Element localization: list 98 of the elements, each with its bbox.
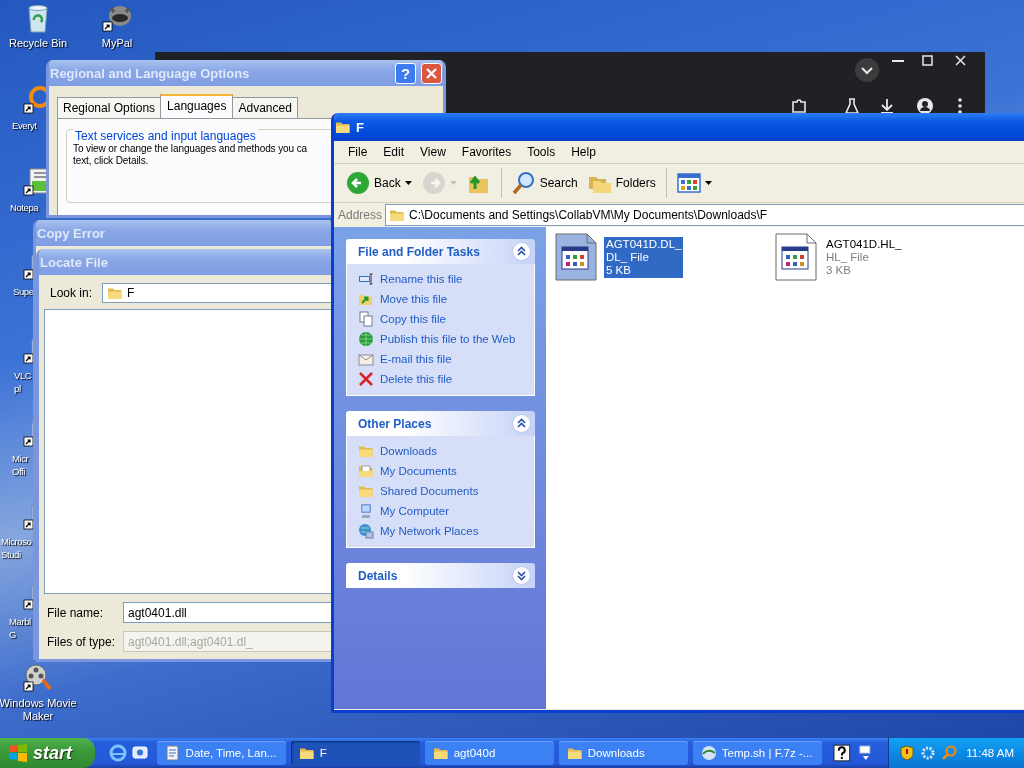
taskbar-button[interactable]: Date, Time, Lan... (156, 741, 286, 765)
folders-button[interactable]: Folders (583, 168, 660, 198)
desktop-icon[interactable] (130, 744, 149, 762)
views-icon (676, 171, 701, 195)
icon-label: Windows Movie Maker (0, 697, 77, 723)
icon-label: Micr Offi (12, 452, 29, 478)
download-icon[interactable] (880, 98, 894, 114)
copy-icon (358, 311, 374, 327)
address-label: Address (338, 208, 383, 222)
envelope-icon (358, 351, 374, 367)
menu-item[interactable]: Help (563, 143, 604, 161)
clock: 11:48 AM (966, 747, 1014, 759)
icon-label: VLC pl (14, 369, 32, 395)
panel-title: Details (358, 568, 399, 583)
computer-icon (358, 503, 374, 519)
icon-label: MyPal (101, 37, 133, 50)
delete-icon (358, 371, 374, 387)
file-size: 5 KB (606, 264, 632, 277)
chevron-down-icon[interactable] (855, 58, 879, 82)
close-button[interactable] (421, 62, 442, 84)
task-link[interactable]: Rename this file (358, 271, 524, 287)
file-icon[interactable] (774, 233, 818, 281)
globe-icon (358, 331, 374, 347)
icon-label: Microso Studi (1, 535, 32, 561)
icon-label: Supe (13, 285, 34, 298)
taskbar-button[interactable]: agt040d (424, 741, 554, 765)
panel-title: File and Folder Tasks (358, 244, 481, 259)
search-button[interactable]: Search (507, 168, 582, 198)
field-label: Look in: (50, 286, 93, 300)
caret-icon (404, 181, 412, 185)
flask-icon[interactable] (845, 98, 859, 114)
taskbar-button[interactable]: Temp.sh | F.7z -... (692, 741, 822, 765)
icon-label: Notepa (10, 201, 39, 214)
menu-item[interactable]: Favorites (453, 143, 520, 161)
menu-item[interactable]: Edit (375, 143, 413, 161)
search-icon (511, 171, 536, 195)
file-size: 3 KB (826, 264, 852, 277)
menu-icon[interactable] (958, 98, 962, 114)
network-icon (358, 523, 374, 539)
shield-icon[interactable] (899, 745, 916, 761)
caret-icon (704, 181, 712, 185)
collapse-button[interactable] (512, 242, 531, 261)
window-title: Copy Error (37, 225, 106, 241)
file-name[interactable]: AGT041D.DL_ (606, 238, 682, 251)
browser-e-icon[interactable] (108, 744, 127, 762)
task-link[interactable]: My Documents (358, 463, 524, 479)
task-link[interactable]: My Computer (358, 503, 524, 519)
task-link[interactable]: Move this file (358, 291, 524, 307)
field-label: Files of type: (47, 634, 117, 649)
field-label: File name: (47, 605, 105, 620)
taskbar-button[interactable]: Downloads (558, 741, 688, 765)
file-type: DL_ File (606, 251, 650, 264)
close-icon[interactable] (955, 55, 966, 66)
task-link[interactable]: E-mail this file (358, 351, 524, 367)
window-title: Locate File (40, 254, 109, 270)
icon-label: Recycle Bin (8, 37, 68, 50)
task-link[interactable]: Shared Documents (358, 483, 524, 499)
menu-item[interactable]: File (340, 143, 376, 161)
maximize-icon[interactable] (922, 55, 933, 66)
tab[interactable]: Regional Options (57, 97, 162, 118)
menu-item[interactable]: Tools (519, 143, 564, 161)
help-button[interactable]: ? (395, 62, 416, 84)
back-button[interactable]: Back (342, 168, 416, 198)
menu-item[interactable]: View (412, 143, 454, 161)
file-type: HL_ File (826, 251, 870, 264)
file-name[interactable]: AGT041D.HL_ (826, 238, 902, 251)
file-name-field[interactable]: agt0401.dll (123, 602, 333, 623)
start-button[interactable]: start (0, 738, 95, 768)
task-link[interactable]: Downloads (358, 443, 524, 459)
task-link[interactable]: Copy this file (358, 311, 524, 327)
description-text: To view or change the languages and methods you ca text, click Details. (73, 143, 308, 167)
extension-icon[interactable] (791, 98, 807, 114)
address-field[interactable]: C:\Documents and Settings\CollabVM\My Documents\Downloads\F (385, 204, 1024, 226)
icon-label: Everyt (12, 119, 37, 132)
caret-icon (449, 181, 457, 185)
panel-title: Other Places (358, 416, 433, 431)
expand-button[interactable] (512, 566, 531, 585)
windows-flag-icon (8, 744, 28, 762)
task-link[interactable]: Publish this file to the Web (358, 331, 524, 347)
film-reel-shortcut-icon[interactable] (22, 662, 54, 694)
profile-icon[interactable] (917, 98, 933, 114)
group-title: Text services and input languages (73, 129, 258, 143)
taskbar-button[interactable]: F (290, 741, 420, 765)
tab[interactable]: Languages (160, 94, 234, 118)
documents-folder-icon (358, 463, 374, 479)
rename-icon (358, 271, 374, 287)
window-title: F (356, 119, 365, 135)
window-title: Regional and Language Options (50, 65, 251, 81)
browser-icon (700, 745, 717, 761)
task-link[interactable]: Delete this file (358, 371, 524, 387)
look-in-dropdown[interactable]: F (102, 283, 333, 303)
collapse-button[interactable] (512, 414, 531, 433)
icon-label: Marbl G (9, 615, 31, 641)
file-icon[interactable] (554, 233, 598, 281)
help-icon[interactable] (832, 744, 851, 762)
document-icon (164, 745, 181, 761)
tab[interactable]: Advanced (232, 97, 298, 118)
task-link[interactable]: My Network Places (358, 523, 524, 539)
